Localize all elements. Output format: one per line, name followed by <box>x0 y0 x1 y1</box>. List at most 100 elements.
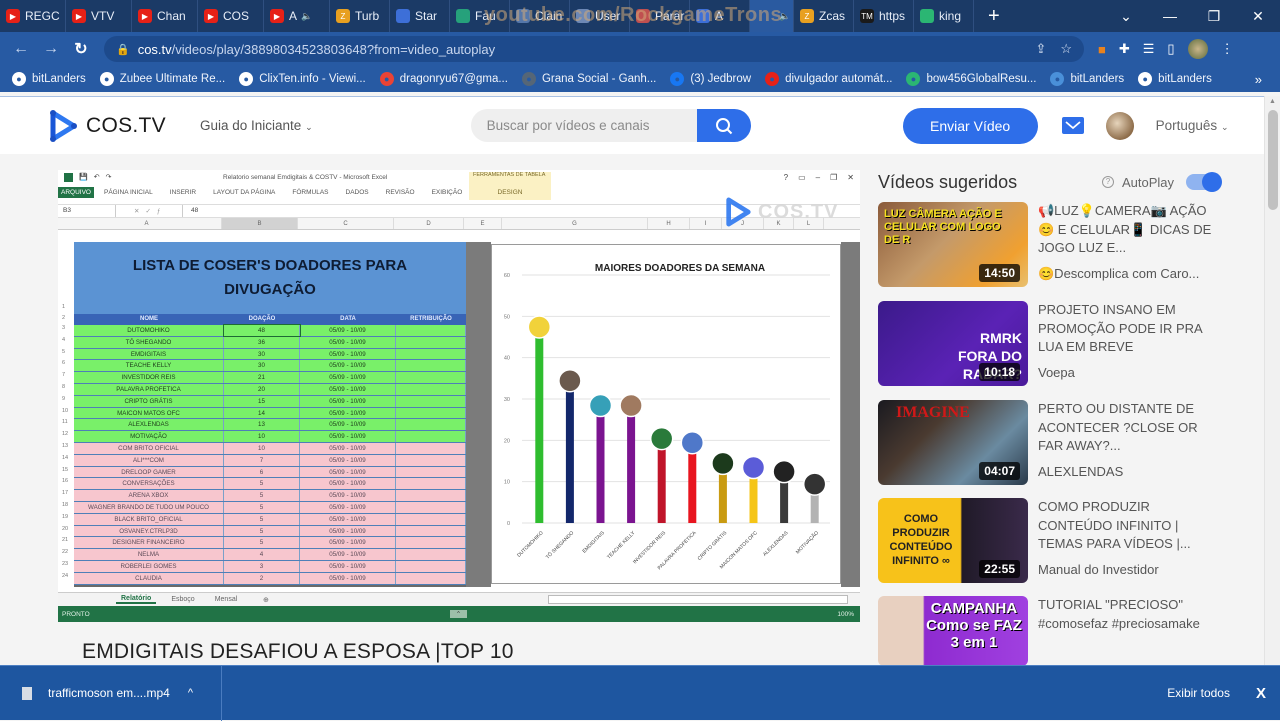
browser-tab[interactable]: User <box>570 0 630 32</box>
bar <box>780 481 789 523</box>
x-tick-label: INVESTIDOR REIS <box>632 530 668 566</box>
browser-tab[interactable]: Fau <box>450 0 510 32</box>
cell-retribution <box>396 478 466 490</box>
video-thumbnail[interactable]: RMRK FORA DO RADAR?10:18 <box>878 301 1028 386</box>
bookmark-star-icon[interactable]: ☆ <box>1060 41 1072 57</box>
mail-icon[interactable] <box>1061 117 1084 134</box>
close-window-button[interactable]: ✕ <box>1236 8 1280 25</box>
reload-icon[interactable]: ↻ <box>66 39 96 59</box>
table-row: INVESTIDOR REIS 21 05/09 - 10/09 <box>74 372 466 384</box>
video-item-title[interactable]: COMO PRODUZIR CONTEÚDO INFINITO | TEMAS … <box>1038 498 1218 554</box>
url-input[interactable]: 🔒 cos.tv /videos/play/38898034523803648?… <box>104 36 1084 62</box>
bookmark-item[interactable]: ● dragonryu67@gma... <box>379 72 508 86</box>
forward-icon[interactable]: → <box>36 40 66 58</box>
close-download-bar-button[interactable]: X <box>1256 685 1266 702</box>
metamask-extension-icon[interactable]: ■ <box>1098 42 1106 57</box>
file-icon <box>22 686 32 700</box>
bookmarks-more-button[interactable]: » <box>1255 72 1262 87</box>
video-channel-name[interactable]: Manual do Investidor <box>1038 562 1218 577</box>
table-row: NELMA 4 05/09 - 10/09 <box>74 549 466 561</box>
share-icon[interactable]: ⇪ <box>1035 41 1046 57</box>
suggested-video-item[interactable]: IMAGINE 04:07 PERTO OU DISTANTE DE ACONTEC… <box>878 400 1218 485</box>
video-item-title[interactable]: TUTORIAL "PRECIOSO" #comosefaz #preciosa… <box>1038 596 1218 633</box>
bookmark-item[interactable]: ● Grana Social - Ganh... <box>521 72 656 86</box>
browser-tab[interactable]: 🔈✕ <box>750 0 794 32</box>
excel-column-header: C <box>298 218 394 229</box>
costv-logo[interactable]: COS.TV <box>48 109 166 143</box>
donor-avatar-icon <box>741 455 766 480</box>
video-thumbnail[interactable]: LUZ CÂMERA AÇÃO E CELULAR COM LOGO DE R 1… <box>878 202 1028 287</box>
bookmark-item[interactable]: ● Zubee Ultimate Re... <box>99 72 225 86</box>
browser-tab[interactable]: ▶ COS <box>198 0 264 32</box>
extensions-puzzle-icon[interactable]: ✚ <box>1119 41 1130 57</box>
minimize-button[interactable]: — <box>1148 8 1192 24</box>
browser-tab[interactable]: A <box>690 0 750 32</box>
video-thumbnail[interactable]: IMAGINE 04:07 <box>878 400 1028 485</box>
page-scrollbar[interactable]: ▲ <box>1264 96 1280 666</box>
chevron-up-icon[interactable]: ^ <box>188 687 193 699</box>
upload-video-button[interactable]: Enviar Vídeo <box>902 107 1038 144</box>
show-all-downloads-button[interactable]: Exibir todos <box>1167 686 1230 700</box>
browser-tab[interactable]: Star <box>390 0 450 32</box>
search-input[interactable] <box>470 109 697 142</box>
audio-playing-icon[interactable]: 🔈 <box>779 11 790 22</box>
video-channel-name[interactable]: 😊Descomplica com Caro... <box>1038 266 1218 282</box>
menu-kebab-icon[interactable]: ⋮ <box>1221 41 1234 57</box>
suggested-video-item[interactable]: CAMPANHA Como se FAZ 3 em 1 TUTORIAL "PRE… <box>878 596 1218 666</box>
video-player[interactable]: 💾 ↶ ↷ Relatorio semanal Emdigitais & COSTV… <box>58 170 860 622</box>
browser-tab[interactable]: ▶ VTV <box>66 0 132 32</box>
video-channel-name[interactable]: Voepa <box>1038 365 1218 380</box>
bookmark-item[interactable]: ● bitLanders <box>1050 72 1124 86</box>
autoplay-toggle[interactable] <box>1186 172 1222 192</box>
browser-tab[interactable]: Z Turb <box>330 0 390 32</box>
suggested-video-item[interactable]: LUZ CÂMERA AÇÃO E CELULAR COM LOGO DE R 1… <box>878 202 1218 287</box>
browser-tab[interactable]: ▶ A 🔈 <box>264 0 330 32</box>
excel-row-number: 10 <box>62 407 69 414</box>
suggested-video-item[interactable]: RMRK FORA DO RADAR?10:18PROJETO INSANO E… <box>878 301 1218 386</box>
suggested-video-item[interactable]: COMO PRODUZIR CONTEÚDO INFINITO ∞ 22:55 CO… <box>878 498 1218 583</box>
bookmark-item[interactable]: ● divulgador automát... <box>765 72 892 86</box>
back-icon[interactable]: ← <box>6 40 36 58</box>
excel-row-number: 18 <box>62 502 69 508</box>
beginners-guide-menu[interactable]: Guia do Iniciante ⌄ <box>200 118 313 133</box>
user-avatar[interactable] <box>1105 111 1134 140</box>
video-item-title[interactable]: PROJETO INSANO EM PROMOÇÃO PODE IR PRA L… <box>1038 301 1218 357</box>
language-selector[interactable]: Português ⌄ <box>1156 118 1229 133</box>
browser-tab[interactable]: ▶ REGC <box>0 0 66 32</box>
bookmark-item[interactable]: ● bitLanders <box>12 72 86 86</box>
bar <box>718 473 727 523</box>
browser-tab[interactable]: TM https <box>854 0 914 32</box>
video-item-title[interactable]: 📢LUZ💡CAMERA📷 AÇÃO😊 E CELULAR📱 DICAS DE J… <box>1038 202 1218 258</box>
browser-tab[interactable]: king <box>914 0 974 32</box>
cell-date: 05/09 - 10/09 <box>300 372 396 383</box>
bookmark-item[interactable]: ● ClixTen.info - Viewi... <box>239 72 366 86</box>
bookmark-item[interactable]: ● bitLanders <box>1138 72 1212 86</box>
cell-date: 05/09 - 10/09 <box>300 407 396 419</box>
new-tab-button[interactable]: + <box>974 5 1014 28</box>
reading-list-icon[interactable]: ☰ <box>1143 41 1155 57</box>
video-item-title[interactable]: PERTO OU DISTANTE DE ACONTECER ?CLOSE OR… <box>1038 400 1218 456</box>
bookmark-item[interactable]: ● (3) Jedbrow <box>670 72 751 86</box>
profile-avatar[interactable] <box>1187 39 1208 59</box>
browser-tab[interactable]: Z Zcas <box>794 0 854 32</box>
scrollbar-thumb[interactable] <box>1268 110 1278 210</box>
video-duration: 14:50 <box>979 264 1020 282</box>
browser-tab[interactable]: Parar <box>630 0 690 32</box>
bookmark-item[interactable]: ● bow456GlobalResu... <box>906 72 1036 86</box>
video-channel-name[interactable]: ALEXLENDAS <box>1038 464 1218 479</box>
tab-search-icon[interactable]: ⌄ <box>1104 8 1148 25</box>
restore-button[interactable]: ❐ <box>1192 8 1236 25</box>
browser-tab[interactable]: Clain <box>510 0 570 32</box>
bookmark-label: bitLanders <box>1158 73 1212 85</box>
scroll-up-arrow-icon[interactable]: ▲ <box>1269 98 1276 105</box>
bookmark-favicon-icon: ● <box>670 72 685 86</box>
video-thumbnail[interactable]: COMO PRODUZIR CONTEÚDO INFINITO ∞ 22:55 <box>878 498 1028 583</box>
download-item[interactable]: trafficmoson em....mp4 ^ <box>0 665 222 721</box>
video-thumbnail[interactable]: CAMPANHA Como se FAZ 3 em 1 <box>878 596 1028 666</box>
side-panel-icon[interactable]: ▯ <box>1167 41 1174 57</box>
audio-playing-icon[interactable]: 🔈 <box>301 11 312 22</box>
browser-tab[interactable]: ▶ Chan <box>132 0 198 32</box>
excel-doc-title: Relatorio semanal Emdigitais & COSTV - M… <box>223 173 388 181</box>
help-icon[interactable]: ? <box>1101 176 1114 188</box>
search-button[interactable] <box>696 109 751 142</box>
